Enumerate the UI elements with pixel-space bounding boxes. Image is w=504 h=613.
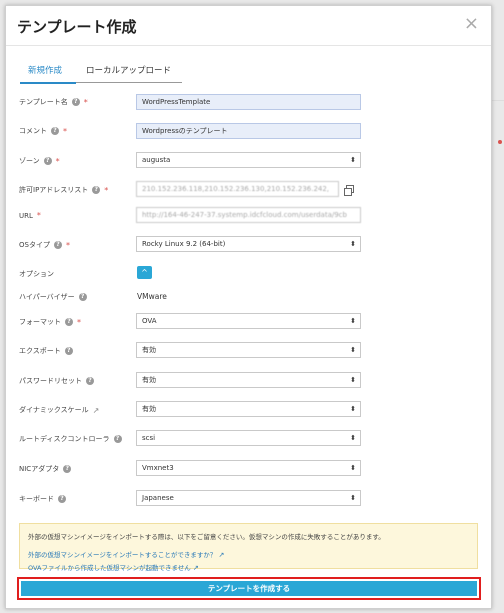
- keyboard-select-value: Japanese: [142, 494, 174, 502]
- help-icon[interactable]: ?: [64, 347, 73, 355]
- root-disk-controller-select[interactable]: scsi ⬍: [136, 430, 361, 446]
- notice-text: 外部の仮想マシンイメージをインポートする際は、以下をご留意ください。仮想マシンの…: [28, 533, 385, 541]
- root-disk-controller-label: ルートディスクコントローラ ?: [19, 434, 122, 444]
- tab-local-upload[interactable]: ローカルアップロード: [86, 64, 171, 76]
- format-select[interactable]: OVA ⬍: [136, 313, 361, 329]
- faq-link-import[interactable]: 外部の仮想マシンイメージをインポートすることができますか？ ↗: [28, 549, 469, 559]
- create-template-button[interactable]: テンプレートを作成する: [21, 581, 477, 596]
- allowed-ip-input[interactable]: 210.152.236.118,210.152.236.130,210.152.…: [136, 181, 339, 197]
- comment-label: コメント ? *: [19, 126, 67, 136]
- select-caret-icon: ⬍: [350, 464, 356, 472]
- select-caret-icon: ⬍: [350, 240, 356, 248]
- help-icon[interactable]: ?: [113, 435, 122, 443]
- required-mark: *: [63, 126, 67, 136]
- export-select-value: 有効: [142, 346, 156, 354]
- tab-new[interactable]: 新規作成: [28, 64, 62, 76]
- help-icon[interactable]: ?: [53, 241, 62, 249]
- hypervisor-label: ハイパーバイザー ?: [19, 292, 87, 302]
- help-icon[interactable]: ?: [63, 465, 72, 473]
- zone-label: ゾーン ? *: [19, 156, 60, 166]
- os-type-label: OSタイプ ? *: [19, 240, 70, 250]
- root-disk-controller-select-value: scsi: [142, 434, 156, 442]
- password-reset-select-value: 有効: [142, 376, 156, 384]
- export-select[interactable]: 有効 ⬍: [136, 342, 361, 358]
- background-marker: [498, 140, 502, 144]
- required-mark: *: [104, 185, 109, 195]
- zone-select[interactable]: augusta ⬍: [136, 152, 361, 168]
- dialog-header: テンプレート作成 ×: [6, 6, 491, 46]
- select-caret-icon: ⬍: [350, 156, 356, 164]
- options-label: オプション: [19, 270, 54, 278]
- keyboard-label: キーボード ?: [19, 494, 66, 504]
- select-caret-icon: ⬍: [350, 317, 356, 325]
- export-label: エクスポート ?: [19, 346, 73, 356]
- external-link-icon: ↗: [218, 551, 225, 559]
- format-select-value: OVA: [142, 317, 157, 325]
- external-link-icon: ↗: [192, 564, 199, 572]
- faq-link-ova-boot[interactable]: OVAファイルから作成した仮想マシンが起動できません ↗: [28, 562, 469, 572]
- password-reset-label: パスワードリセット ?: [19, 376, 94, 386]
- copy-icon[interactable]: [344, 185, 354, 196]
- os-type-select[interactable]: Rocky Linux 9.2 (64-bit) ⬍: [136, 236, 361, 252]
- nic-adapter-label: NICアダプタ ?: [19, 464, 72, 474]
- template-name-input[interactable]: WordPressTemplate: [136, 94, 361, 110]
- help-icon[interactable]: ?: [86, 377, 94, 385]
- help-icon[interactable]: ?: [78, 293, 87, 301]
- required-mark: *: [83, 97, 88, 107]
- select-caret-icon: ⬍: [350, 434, 356, 442]
- os-type-select-value: Rocky Linux 9.2 (64-bit): [142, 240, 226, 248]
- tab-bar: 新規作成 ローカルアップロード: [20, 59, 182, 84]
- help-icon[interactable]: ?: [51, 127, 59, 135]
- hypervisor-value: VMware: [137, 292, 167, 301]
- nic-adapter-select[interactable]: Vmxnet3 ⬍: [136, 460, 361, 476]
- required-mark: *: [36, 211, 41, 220]
- template-name-label: テンプレート名 ? *: [19, 97, 88, 107]
- submit-highlight: テンプレートを作成する: [17, 577, 481, 600]
- select-caret-icon: ⬍: [350, 494, 356, 502]
- required-mark: *: [55, 156, 60, 166]
- zone-select-value: augusta: [142, 156, 171, 164]
- options-collapse-toggle[interactable]: ^: [137, 266, 152, 279]
- keyboard-select[interactable]: Japanese ⬍: [136, 490, 361, 506]
- dynamic-scale-select[interactable]: 有効 ⬍: [136, 401, 361, 417]
- active-tab-indicator: [20, 82, 76, 84]
- required-mark: *: [77, 317, 81, 327]
- dynamic-scale-label: ダイナミックスケール ↗: [19, 405, 100, 415]
- select-caret-icon: ⬍: [350, 405, 356, 413]
- select-caret-icon: ⬍: [350, 376, 356, 384]
- nic-adapter-select-value: Vmxnet3: [142, 464, 174, 472]
- help-icon[interactable]: ?: [65, 318, 73, 326]
- help-icon[interactable]: ?: [43, 157, 52, 165]
- background-divider: [492, 100, 504, 101]
- close-icon[interactable]: ×: [464, 15, 479, 33]
- url-label: URL *: [19, 211, 41, 220]
- password-reset-select[interactable]: 有効 ⬍: [136, 372, 361, 388]
- format-label: フォーマット ? *: [19, 317, 81, 327]
- allowed-ip-label: 許可IPアドレスリスト ? *: [19, 185, 109, 195]
- url-input[interactable]: http://164-46-247-37.systemp.idcfcloud.c…: [136, 207, 361, 223]
- dialog-title: テンプレート作成: [17, 18, 137, 36]
- external-link-icon[interactable]: ↗: [93, 406, 100, 415]
- select-caret-icon: ⬍: [350, 346, 356, 354]
- import-notice: 外部の仮想マシンイメージをインポートする際は、以下をご留意ください。仮想マシンの…: [19, 523, 478, 572]
- help-icon[interactable]: ?: [92, 186, 101, 194]
- help-icon[interactable]: ?: [58, 495, 66, 503]
- comment-input[interactable]: Wordpressのテンプレート: [136, 123, 361, 139]
- required-mark: *: [65, 240, 70, 250]
- help-icon[interactable]: ?: [71, 98, 80, 106]
- dynamic-scale-select-value: 有効: [142, 405, 156, 413]
